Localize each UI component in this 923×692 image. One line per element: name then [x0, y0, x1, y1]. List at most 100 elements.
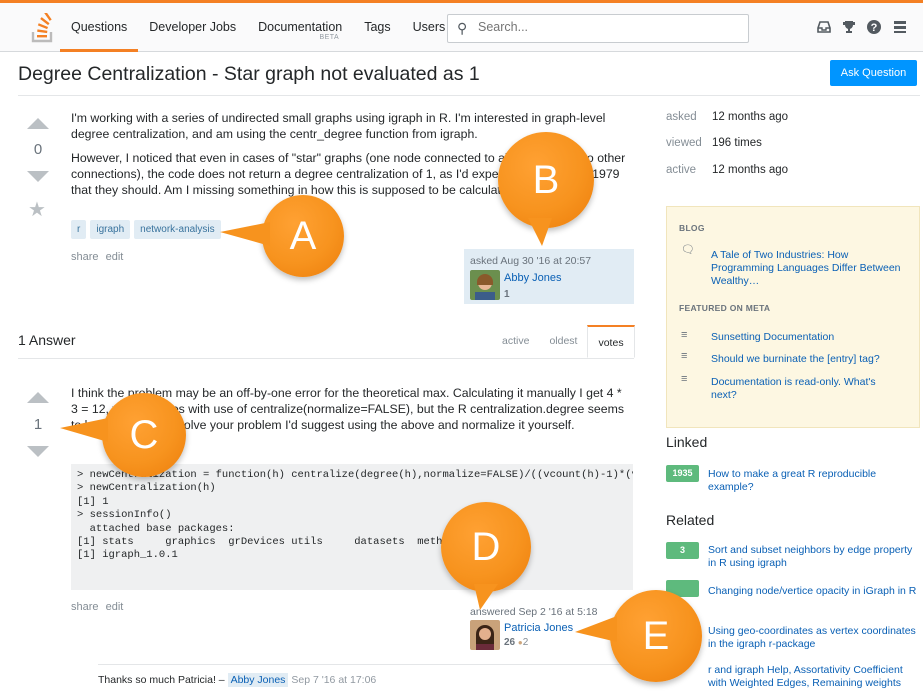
related-question-link[interactable]: Changing node/vertice opacity in iGraph … — [708, 585, 920, 598]
question-edit-link[interactable]: edit — [106, 251, 124, 263]
tag-r[interactable]: r — [71, 220, 87, 239]
meta-stack-icon: ≡ — [681, 373, 688, 385]
search-input[interactable] — [478, 20, 738, 34]
related-score-badge[interactable]: 3 — [666, 542, 699, 559]
comment: Thanks so much Patricia! – Abby Jones Se… — [98, 673, 377, 687]
search-icon: ⚲ — [457, 20, 468, 36]
meta-stack-icon: ≡ — [681, 329, 688, 341]
meta-item-link[interactable]: Documentation is read-only. What's next? — [711, 376, 901, 402]
stat-viewed-label: viewed — [666, 137, 702, 149]
linked-score-badge[interactable]: 1935 — [666, 465, 699, 482]
blog-speech-bubble-icon: 🗨 — [681, 244, 695, 256]
top-bar: Questions Developer Jobs Documentation B… — [0, 0, 923, 52]
answer-share-link[interactable]: share — [71, 601, 99, 613]
stat-asked: asked 12 months ago — [666, 111, 788, 123]
answer-upvote-icon[interactable] — [27, 392, 49, 403]
nav-developer-jobs[interactable]: Developer Jobs — [138, 3, 247, 52]
tag-igraph[interactable]: igraph — [90, 220, 131, 239]
code-line: attached base packages: — [77, 522, 235, 535]
answers-divider — [18, 358, 634, 359]
ask-question-button[interactable]: Ask Question — [830, 60, 917, 86]
stat-viewed: viewed 196 times — [666, 137, 762, 149]
question-downvote-icon[interactable] — [27, 171, 49, 182]
stat-active-label: active — [666, 164, 697, 176]
question-upvote-icon[interactable] — [27, 118, 49, 129]
bronze-badge-count: 2 — [522, 637, 529, 648]
code-line: [1] igraph_1.0.1 — [77, 549, 178, 562]
code-line: [1] 1 — [77, 495, 109, 508]
meta-item-link[interactable]: Sunsetting Documentation — [711, 331, 901, 344]
comment-date: Sep 7 '16 at 17:06 — [291, 674, 377, 686]
callout-e: E — [610, 590, 702, 682]
search-box[interactable]: ⚲ — [447, 14, 749, 43]
answer-vote-count: 1 — [33, 416, 43, 433]
stat-viewed-value: 196 times — [712, 137, 762, 149]
stat-asked-value: 12 months ago — [712, 111, 789, 123]
callout-d-pointer — [474, 584, 498, 610]
tab-votes[interactable]: votes — [587, 325, 635, 358]
community-bulletin: BLOG 🗨 A Tale of Two Industries: How Pro… — [666, 206, 920, 428]
comment-user[interactable]: Abby Jones — [227, 673, 289, 687]
main-nav: Questions Developer Jobs Documentation B… — [60, 3, 456, 52]
question-tags: r igraph network-analysis — [71, 220, 221, 239]
related-question-link[interactable]: Sort and subset neighbors by edge proper… — [708, 544, 920, 570]
callout-c-pointer — [60, 418, 108, 442]
stat-asked-label: asked — [666, 111, 697, 123]
title-divider — [18, 95, 920, 96]
answer-owner-reputation: 26 ●2 — [504, 637, 528, 648]
code-line: [1] stats graphics grDevices utils datas… — [77, 536, 506, 549]
related-question-link[interactable]: r and igraph Help, Assortativity Coeffic… — [708, 664, 920, 690]
linked-question-link[interactable]: How to make a great R reproducible examp… — [708, 468, 920, 494]
comment-text: Thanks so much Patricia! – — [98, 674, 225, 686]
answer-edit-link[interactable]: edit — [106, 601, 124, 613]
achievements-trophy-icon[interactable] — [841, 19, 857, 35]
stat-active-value: 12 months ago — [712, 164, 789, 176]
answer-sort-tabs: active oldest votes — [492, 325, 635, 358]
stat-active: active 12 months ago — [666, 164, 788, 176]
related-heading: Related — [666, 512, 715, 528]
tab-active[interactable]: active — [492, 325, 539, 358]
callout-d: D — [441, 502, 531, 592]
question-share-link[interactable]: share — [71, 251, 99, 263]
nav-questions[interactable]: Questions — [60, 3, 139, 52]
callout-c: C — [102, 393, 186, 477]
code-line: > sessionInfo() — [77, 509, 172, 522]
nav-documentation[interactable]: Documentation BETA — [247, 3, 353, 52]
question-vote-count: 0 — [33, 141, 43, 158]
callout-e-pointer — [575, 616, 617, 642]
answer-owner-rep-value: 26 — [504, 637, 516, 648]
site-switcher-icon[interactable] — [892, 19, 908, 35]
callout-b: B — [498, 132, 594, 228]
callout-a: A — [262, 195, 344, 277]
answers-count-heading: 1 Answer — [18, 332, 76, 348]
patricia-jones-avatar[interactable] — [470, 620, 500, 650]
svg-text:?: ? — [871, 22, 878, 34]
help-icon[interactable]: ? — [866, 19, 882, 35]
answer-code-block: > newCentralization = function(h) centra… — [71, 464, 633, 590]
question-post-menu: share edit — [71, 251, 127, 263]
answer-owner-name[interactable]: Patricia Jones — [504, 622, 573, 634]
nav-documentation-label: Documentation — [258, 20, 343, 34]
question-asked-time: asked Aug 30 '16 at 20:57 — [470, 255, 592, 267]
comment-divider — [98, 664, 634, 665]
question-owner-name[interactable]: Abby Jones — [504, 272, 561, 284]
favorite-star-icon[interactable]: ★ — [28, 197, 46, 222]
question-owner-reputation: 1 — [504, 289, 510, 300]
blog-item-link[interactable]: A Tale of Two Industries: How Programmin… — [711, 249, 901, 288]
answer-post-menu: share edit — [71, 601, 127, 613]
stackoverflow-logo-icon[interactable] — [30, 13, 56, 43]
tag-network-analysis[interactable]: network-analysis — [134, 220, 221, 239]
callout-a-pointer — [220, 222, 270, 246]
tab-oldest[interactable]: oldest — [539, 325, 587, 358]
meta-heading: FEATURED ON META — [679, 303, 771, 313]
nav-tags[interactable]: Tags — [353, 3, 401, 52]
beta-label: BETA — [319, 34, 340, 41]
inbox-icon[interactable] — [816, 19, 832, 35]
question-title[interactable]: Degree Centralization - Star graph not e… — [18, 63, 480, 86]
meta-stack-icon: ≡ — [681, 350, 688, 362]
abby-jones-avatar[interactable] — [470, 270, 500, 300]
answer-downvote-icon[interactable] — [27, 446, 49, 457]
related-question-link[interactable]: Using geo-coordinates as vertex coordina… — [708, 625, 920, 651]
code-line: > newCentralization(h) — [77, 482, 216, 495]
meta-item-link[interactable]: Should we burninate the [entry] tag? — [711, 353, 901, 366]
